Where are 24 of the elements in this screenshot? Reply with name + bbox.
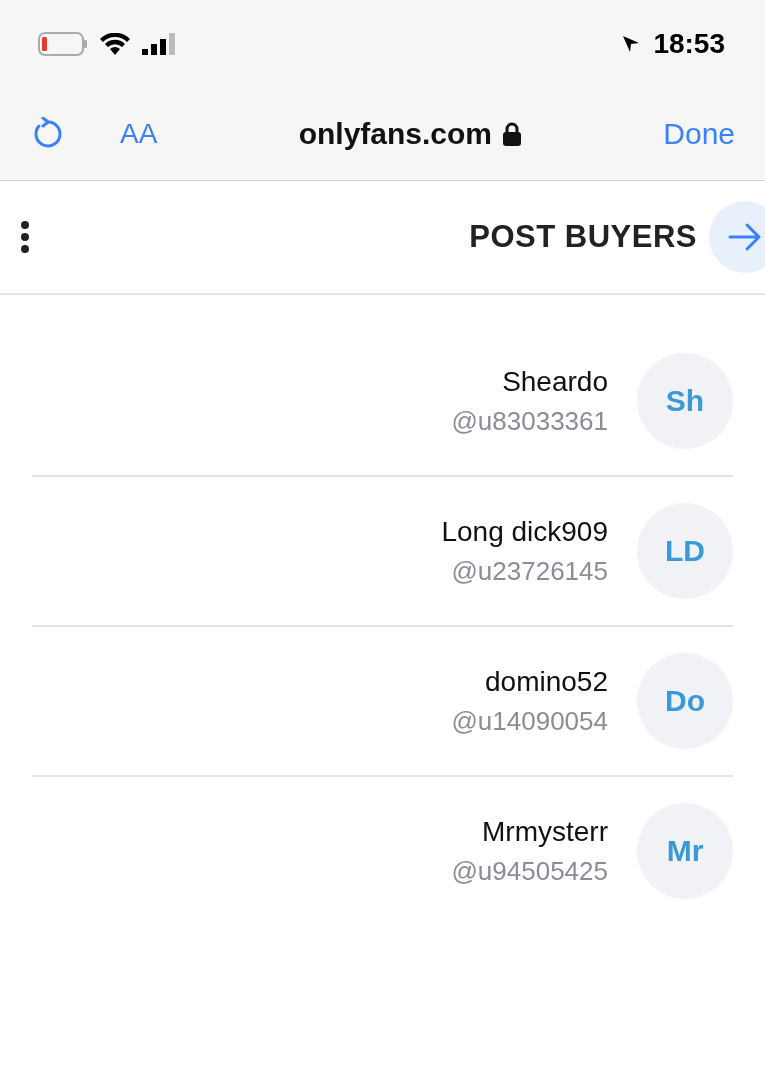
signal-icon xyxy=(142,33,176,55)
user-avatar[interactable]: Do xyxy=(637,653,733,749)
user-avatar[interactable]: LD xyxy=(637,503,733,599)
user-name[interactable]: Long dick909 xyxy=(441,515,608,548)
user-name[interactable]: Sheardo xyxy=(451,365,608,398)
user-name[interactable]: Mrmysterr xyxy=(451,815,608,848)
text-size-button[interactable]: AA xyxy=(120,118,158,150)
user-handle: @u23726145 xyxy=(450,555,608,587)
status-time: 18:53 xyxy=(653,28,725,60)
lock-icon xyxy=(502,122,522,146)
back-button[interactable] xyxy=(709,201,765,273)
done-button[interactable]: Done xyxy=(663,117,735,151)
page-title: POST BUYERS xyxy=(468,219,697,255)
more-icon[interactable] xyxy=(20,220,30,254)
back-arrow-icon xyxy=(728,222,762,252)
battery-icon xyxy=(38,32,88,56)
user-handle: @u14090054 xyxy=(451,705,608,737)
wifi-icon xyxy=(100,33,130,55)
user-avatar[interactable]: Mr xyxy=(637,803,733,899)
user-avatar[interactable]: Sh xyxy=(637,353,733,449)
url-domain[interactable]: onlyfans.com xyxy=(298,117,492,151)
user-name[interactable]: domino52 xyxy=(451,665,608,698)
user-handle: @u94505425 xyxy=(451,855,608,887)
user-handle: @u83033361 xyxy=(451,405,608,437)
